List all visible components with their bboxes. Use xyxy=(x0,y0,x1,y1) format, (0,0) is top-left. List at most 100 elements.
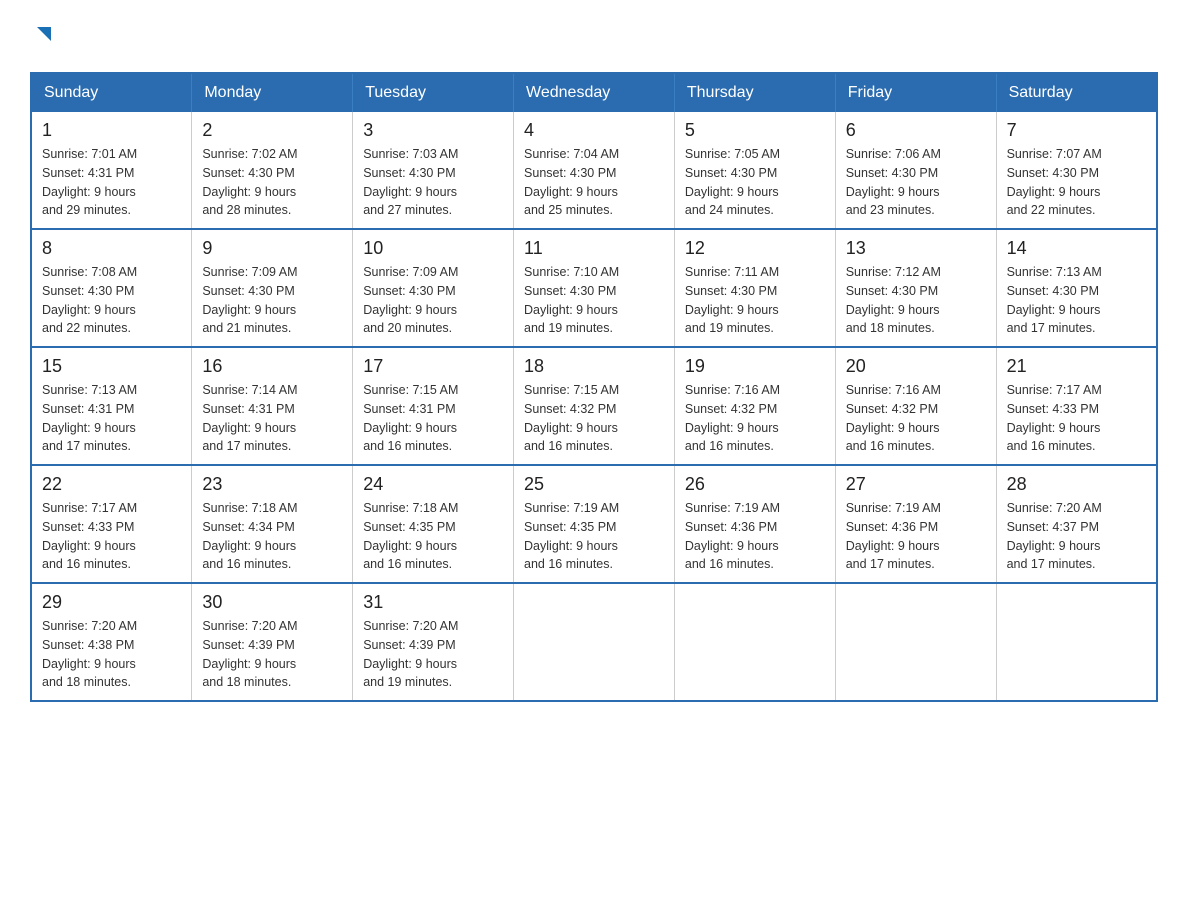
day-info: Sunrise: 7:04 AM Sunset: 4:30 PM Dayligh… xyxy=(524,145,664,220)
day-info: Sunrise: 7:19 AM Sunset: 4:36 PM Dayligh… xyxy=(846,499,986,574)
day-number: 3 xyxy=(363,120,503,141)
calendar-cell: 26 Sunrise: 7:19 AM Sunset: 4:36 PM Dayl… xyxy=(674,465,835,583)
calendar-cell: 13 Sunrise: 7:12 AM Sunset: 4:30 PM Dayl… xyxy=(835,229,996,347)
day-number: 28 xyxy=(1007,474,1146,495)
day-number: 24 xyxy=(363,474,503,495)
day-info: Sunrise: 7:16 AM Sunset: 4:32 PM Dayligh… xyxy=(685,381,825,456)
calendar-cell: 30 Sunrise: 7:20 AM Sunset: 4:39 PM Dayl… xyxy=(192,583,353,701)
day-info: Sunrise: 7:16 AM Sunset: 4:32 PM Dayligh… xyxy=(846,381,986,456)
day-info: Sunrise: 7:09 AM Sunset: 4:30 PM Dayligh… xyxy=(363,263,503,338)
day-number: 12 xyxy=(685,238,825,259)
day-number: 17 xyxy=(363,356,503,377)
day-number: 19 xyxy=(685,356,825,377)
week-row-2: 8 Sunrise: 7:08 AM Sunset: 4:30 PM Dayli… xyxy=(31,229,1157,347)
day-info: Sunrise: 7:20 AM Sunset: 4:39 PM Dayligh… xyxy=(363,617,503,692)
weekday-thursday: Thursday xyxy=(674,73,835,112)
calendar-cell xyxy=(674,583,835,701)
weekday-saturday: Saturday xyxy=(996,73,1157,112)
day-number: 26 xyxy=(685,474,825,495)
calendar-cell: 7 Sunrise: 7:07 AM Sunset: 4:30 PM Dayli… xyxy=(996,112,1157,229)
weekday-header-row: SundayMondayTuesdayWednesdayThursdayFrid… xyxy=(31,73,1157,112)
day-info: Sunrise: 7:18 AM Sunset: 4:34 PM Dayligh… xyxy=(202,499,342,574)
weekday-tuesday: Tuesday xyxy=(353,73,514,112)
day-number: 4 xyxy=(524,120,664,141)
day-number: 10 xyxy=(363,238,503,259)
week-row-3: 15 Sunrise: 7:13 AM Sunset: 4:31 PM Dayl… xyxy=(31,347,1157,465)
calendar-cell: 27 Sunrise: 7:19 AM Sunset: 4:36 PM Dayl… xyxy=(835,465,996,583)
day-info: Sunrise: 7:17 AM Sunset: 4:33 PM Dayligh… xyxy=(1007,381,1146,456)
calendar-cell xyxy=(835,583,996,701)
logo-triangle-icon xyxy=(33,20,55,52)
calendar-cell: 18 Sunrise: 7:15 AM Sunset: 4:32 PM Dayl… xyxy=(514,347,675,465)
day-info: Sunrise: 7:07 AM Sunset: 4:30 PM Dayligh… xyxy=(1007,145,1146,220)
calendar-cell: 28 Sunrise: 7:20 AM Sunset: 4:37 PM Dayl… xyxy=(996,465,1157,583)
week-row-5: 29 Sunrise: 7:20 AM Sunset: 4:38 PM Dayl… xyxy=(31,583,1157,701)
day-info: Sunrise: 7:06 AM Sunset: 4:30 PM Dayligh… xyxy=(846,145,986,220)
calendar-cell: 23 Sunrise: 7:18 AM Sunset: 4:34 PM Dayl… xyxy=(192,465,353,583)
calendar-cell: 29 Sunrise: 7:20 AM Sunset: 4:38 PM Dayl… xyxy=(31,583,192,701)
day-info: Sunrise: 7:20 AM Sunset: 4:39 PM Dayligh… xyxy=(202,617,342,692)
calendar-cell: 10 Sunrise: 7:09 AM Sunset: 4:30 PM Dayl… xyxy=(353,229,514,347)
day-number: 13 xyxy=(846,238,986,259)
day-info: Sunrise: 7:11 AM Sunset: 4:30 PM Dayligh… xyxy=(685,263,825,338)
day-number: 25 xyxy=(524,474,664,495)
week-row-4: 22 Sunrise: 7:17 AM Sunset: 4:33 PM Dayl… xyxy=(31,465,1157,583)
day-info: Sunrise: 7:20 AM Sunset: 4:37 PM Dayligh… xyxy=(1007,499,1146,574)
calendar-cell: 5 Sunrise: 7:05 AM Sunset: 4:30 PM Dayli… xyxy=(674,112,835,229)
day-info: Sunrise: 7:17 AM Sunset: 4:33 PM Dayligh… xyxy=(42,499,181,574)
day-number: 14 xyxy=(1007,238,1146,259)
calendar-cell: 19 Sunrise: 7:16 AM Sunset: 4:32 PM Dayl… xyxy=(674,347,835,465)
day-number: 11 xyxy=(524,238,664,259)
calendar-cell: 2 Sunrise: 7:02 AM Sunset: 4:30 PM Dayli… xyxy=(192,112,353,229)
day-number: 20 xyxy=(846,356,986,377)
day-info: Sunrise: 7:03 AM Sunset: 4:30 PM Dayligh… xyxy=(363,145,503,220)
day-info: Sunrise: 7:09 AM Sunset: 4:30 PM Dayligh… xyxy=(202,263,342,338)
calendar-cell: 15 Sunrise: 7:13 AM Sunset: 4:31 PM Dayl… xyxy=(31,347,192,465)
logo xyxy=(30,20,55,52)
weekday-wednesday: Wednesday xyxy=(514,73,675,112)
day-number: 5 xyxy=(685,120,825,141)
day-info: Sunrise: 7:01 AM Sunset: 4:31 PM Dayligh… xyxy=(42,145,181,220)
day-info: Sunrise: 7:15 AM Sunset: 4:31 PM Dayligh… xyxy=(363,381,503,456)
calendar-cell: 22 Sunrise: 7:17 AM Sunset: 4:33 PM Dayl… xyxy=(31,465,192,583)
calendar-cell: 25 Sunrise: 7:19 AM Sunset: 4:35 PM Dayl… xyxy=(514,465,675,583)
calendar-cell: 6 Sunrise: 7:06 AM Sunset: 4:30 PM Dayli… xyxy=(835,112,996,229)
calendar-cell xyxy=(514,583,675,701)
day-number: 23 xyxy=(202,474,342,495)
calendar-cell: 12 Sunrise: 7:11 AM Sunset: 4:30 PM Dayl… xyxy=(674,229,835,347)
calendar-cell: 4 Sunrise: 7:04 AM Sunset: 4:30 PM Dayli… xyxy=(514,112,675,229)
calendar-cell: 21 Sunrise: 7:17 AM Sunset: 4:33 PM Dayl… xyxy=(996,347,1157,465)
day-info: Sunrise: 7:19 AM Sunset: 4:35 PM Dayligh… xyxy=(524,499,664,574)
calendar-table: SundayMondayTuesdayWednesdayThursdayFrid… xyxy=(30,72,1158,702)
week-row-1: 1 Sunrise: 7:01 AM Sunset: 4:31 PM Dayli… xyxy=(31,112,1157,229)
day-number: 30 xyxy=(202,592,342,613)
calendar-cell: 9 Sunrise: 7:09 AM Sunset: 4:30 PM Dayli… xyxy=(192,229,353,347)
weekday-friday: Friday xyxy=(835,73,996,112)
day-number: 31 xyxy=(363,592,503,613)
day-info: Sunrise: 7:14 AM Sunset: 4:31 PM Dayligh… xyxy=(202,381,342,456)
day-number: 2 xyxy=(202,120,342,141)
calendar-cell: 11 Sunrise: 7:10 AM Sunset: 4:30 PM Dayl… xyxy=(514,229,675,347)
calendar-cell: 31 Sunrise: 7:20 AM Sunset: 4:39 PM Dayl… xyxy=(353,583,514,701)
calendar-cell: 20 Sunrise: 7:16 AM Sunset: 4:32 PM Dayl… xyxy=(835,347,996,465)
weekday-monday: Monday xyxy=(192,73,353,112)
calendar-cell: 24 Sunrise: 7:18 AM Sunset: 4:35 PM Dayl… xyxy=(353,465,514,583)
day-info: Sunrise: 7:18 AM Sunset: 4:35 PM Dayligh… xyxy=(363,499,503,574)
day-number: 15 xyxy=(42,356,181,377)
day-number: 1 xyxy=(42,120,181,141)
calendar-cell: 14 Sunrise: 7:13 AM Sunset: 4:30 PM Dayl… xyxy=(996,229,1157,347)
calendar-cell: 16 Sunrise: 7:14 AM Sunset: 4:31 PM Dayl… xyxy=(192,347,353,465)
day-info: Sunrise: 7:12 AM Sunset: 4:30 PM Dayligh… xyxy=(846,263,986,338)
calendar-cell: 3 Sunrise: 7:03 AM Sunset: 4:30 PM Dayli… xyxy=(353,112,514,229)
page-header xyxy=(30,20,1158,52)
day-number: 8 xyxy=(42,238,181,259)
day-number: 6 xyxy=(846,120,986,141)
calendar-cell: 8 Sunrise: 7:08 AM Sunset: 4:30 PM Dayli… xyxy=(31,229,192,347)
day-number: 16 xyxy=(202,356,342,377)
day-info: Sunrise: 7:13 AM Sunset: 4:30 PM Dayligh… xyxy=(1007,263,1146,338)
weekday-sunday: Sunday xyxy=(31,73,192,112)
day-number: 27 xyxy=(846,474,986,495)
day-info: Sunrise: 7:13 AM Sunset: 4:31 PM Dayligh… xyxy=(42,381,181,456)
day-info: Sunrise: 7:10 AM Sunset: 4:30 PM Dayligh… xyxy=(524,263,664,338)
day-info: Sunrise: 7:20 AM Sunset: 4:38 PM Dayligh… xyxy=(42,617,181,692)
